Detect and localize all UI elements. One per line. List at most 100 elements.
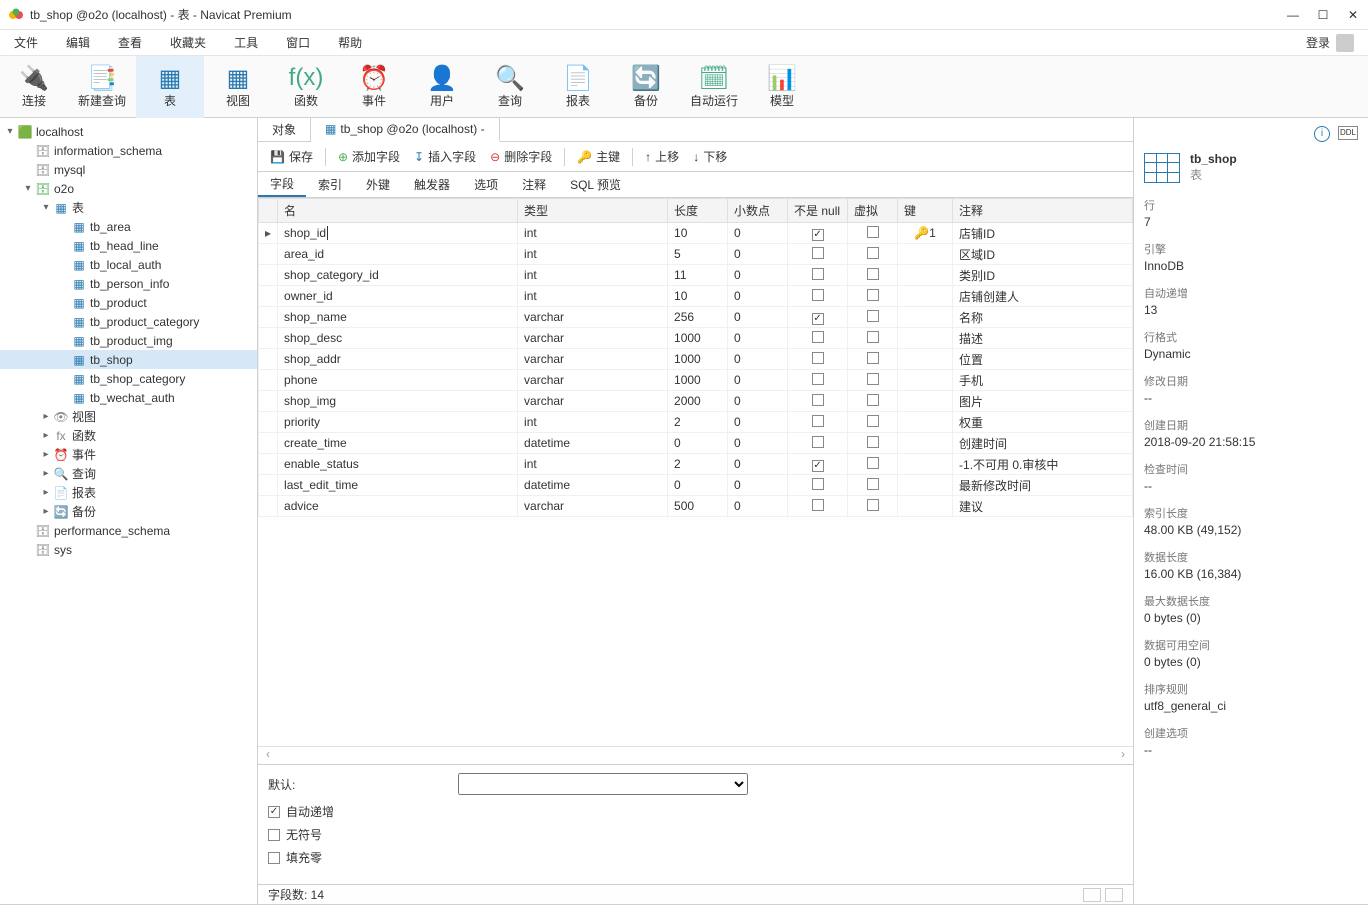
cell-notnull[interactable] — [788, 244, 848, 265]
cell-comment[interactable]: 创建时间 — [953, 433, 1133, 454]
tree-item-函数[interactable]: ▸fx函数 — [0, 426, 257, 445]
expand-icon[interactable]: ▸ — [40, 449, 52, 460]
primary-key-button[interactable]: 🔑主键 — [571, 145, 626, 169]
view-mode-grid-icon[interactable] — [1105, 888, 1123, 902]
field-row[interactable]: last_edit_timedatetime00最新修改时间 — [259, 475, 1133, 496]
cell-notnull[interactable] — [788, 328, 848, 349]
field-row[interactable]: shop_imgvarchar20000图片 — [259, 391, 1133, 412]
tree-item-查询[interactable]: ▸🔍查询 — [0, 464, 257, 483]
cell-virtual[interactable] — [848, 412, 898, 433]
cell-name[interactable]: shop_id — [278, 223, 518, 244]
subtab-字段[interactable]: 字段 — [258, 172, 306, 197]
tool-查询[interactable]: 🔍查询 — [476, 56, 544, 118]
field-row[interactable]: phonevarchar10000手机 — [259, 370, 1133, 391]
ddl-icon[interactable]: DDL — [1338, 126, 1358, 140]
default-select[interactable] — [458, 773, 748, 795]
subtab-触发器[interactable]: 触发器 — [402, 172, 462, 197]
expand-icon[interactable]: ▾ — [22, 183, 34, 194]
scroll-bar[interactable]: ‹› — [258, 746, 1133, 764]
cell-comment[interactable]: 店铺ID — [953, 223, 1133, 244]
cell-virtual[interactable] — [848, 265, 898, 286]
subtab-SQL 预览[interactable]: SQL 预览 — [558, 172, 633, 197]
move-down-button[interactable]: ↓下移 — [687, 145, 733, 169]
expand-icon[interactable]: ▾ — [40, 202, 52, 213]
cell-type[interactable]: int — [518, 265, 668, 286]
cell-key[interactable] — [898, 475, 953, 496]
expand-icon[interactable]: ▸ — [40, 487, 52, 498]
cell-type[interactable]: datetime — [518, 433, 668, 454]
add-field-button[interactable]: ⊕添加字段 — [332, 145, 406, 169]
tool-报表[interactable]: 📄报表 — [544, 56, 612, 118]
cell-virtual[interactable] — [848, 328, 898, 349]
cell-type[interactable]: int — [518, 454, 668, 475]
cell-notnull[interactable] — [788, 349, 848, 370]
cell-comment[interactable]: 名称 — [953, 307, 1133, 328]
cell-name[interactable]: advice — [278, 496, 518, 517]
cell-comment[interactable]: 最新修改时间 — [953, 475, 1133, 496]
cell-length[interactable]: 5 — [668, 244, 728, 265]
menu-favorites[interactable]: 收藏夹 — [170, 34, 206, 51]
field-row[interactable]: advicevarchar5000建议 — [259, 496, 1133, 517]
cell-key[interactable] — [898, 265, 953, 286]
cell-key[interactable] — [898, 433, 953, 454]
cell-notnull[interactable] — [788, 496, 848, 517]
cell-decimals[interactable]: 0 — [728, 370, 788, 391]
maximize-icon[interactable]: ☐ — [1316, 8, 1330, 22]
expand-icon[interactable]: ▸ — [40, 506, 52, 517]
cell-key[interactable] — [898, 349, 953, 370]
cell-notnull[interactable] — [788, 475, 848, 496]
cell-comment[interactable]: -1.不可用 0.审核中 — [953, 454, 1133, 475]
insert-field-button[interactable]: ↧插入字段 — [408, 145, 482, 169]
col-header[interactable]: 长度 — [668, 199, 728, 223]
cell-virtual[interactable] — [848, 475, 898, 496]
col-header[interactable]: 名 — [278, 199, 518, 223]
cell-key[interactable] — [898, 328, 953, 349]
subtab-注释[interactable]: 注释 — [510, 172, 558, 197]
tool-备份[interactable]: 🔄备份 — [612, 56, 680, 118]
cell-comment[interactable]: 位置 — [953, 349, 1133, 370]
cell-notnull[interactable] — [788, 370, 848, 391]
cell-virtual[interactable] — [848, 433, 898, 454]
cell-comment[interactable]: 类别ID — [953, 265, 1133, 286]
cell-virtual[interactable] — [848, 496, 898, 517]
cell-type[interactable]: varchar — [518, 328, 668, 349]
fields-grid[interactable]: 名类型长度小数点不是 null虚拟键注释▸shop_idint100✓🔑1店铺I… — [258, 198, 1133, 746]
menu-view[interactable]: 查看 — [118, 34, 142, 51]
cell-notnull[interactable]: ✓ — [788, 454, 848, 475]
cell-key[interactable] — [898, 244, 953, 265]
tool-用户[interactable]: 👤用户 — [408, 56, 476, 118]
cell-key[interactable] — [898, 286, 953, 307]
cell-length[interactable]: 0 — [668, 475, 728, 496]
cell-virtual[interactable] — [848, 454, 898, 475]
cell-length[interactable]: 2000 — [668, 391, 728, 412]
cell-name[interactable]: enable_status — [278, 454, 518, 475]
cell-decimals[interactable]: 0 — [728, 286, 788, 307]
cell-notnull[interactable] — [788, 286, 848, 307]
cell-name[interactable]: last_edit_time — [278, 475, 518, 496]
tool-模型[interactable]: 📊模型 — [748, 56, 816, 118]
cell-type[interactable]: datetime — [518, 475, 668, 496]
tree-item-备份[interactable]: ▸🔄备份 — [0, 502, 257, 521]
field-row[interactable]: priorityint20权重 — [259, 412, 1133, 433]
cell-decimals[interactable]: 0 — [728, 349, 788, 370]
tree-item-information_schema[interactable]: 🗄information_schema — [0, 141, 257, 160]
cell-name[interactable]: shop_img — [278, 391, 518, 412]
cell-type[interactable]: varchar — [518, 349, 668, 370]
cell-virtual[interactable] — [848, 223, 898, 244]
field-row[interactable]: shop_namevarchar2560✓名称 — [259, 307, 1133, 328]
login-button[interactable]: 登录 — [1306, 34, 1354, 52]
col-header[interactable]: 注释 — [953, 199, 1133, 223]
cell-length[interactable]: 1000 — [668, 370, 728, 391]
expand-icon[interactable]: ▸ — [40, 468, 52, 479]
cell-comment[interactable]: 店铺创建人 — [953, 286, 1133, 307]
tree-item-tb_shop_category[interactable]: ▦tb_shop_category — [0, 369, 257, 388]
tool-视图[interactable]: ▦视图 — [204, 56, 272, 118]
cell-key[interactable] — [898, 307, 953, 328]
cell-key[interactable] — [898, 412, 953, 433]
field-row[interactable]: shop_addrvarchar10000位置 — [259, 349, 1133, 370]
tool-新建查询[interactable]: 📑新建查询 — [68, 56, 136, 118]
cell-decimals[interactable]: 0 — [728, 475, 788, 496]
tool-连接[interactable]: 🔌连接 — [0, 56, 68, 118]
cell-decimals[interactable]: 0 — [728, 454, 788, 475]
move-up-button[interactable]: ↑上移 — [639, 145, 685, 169]
